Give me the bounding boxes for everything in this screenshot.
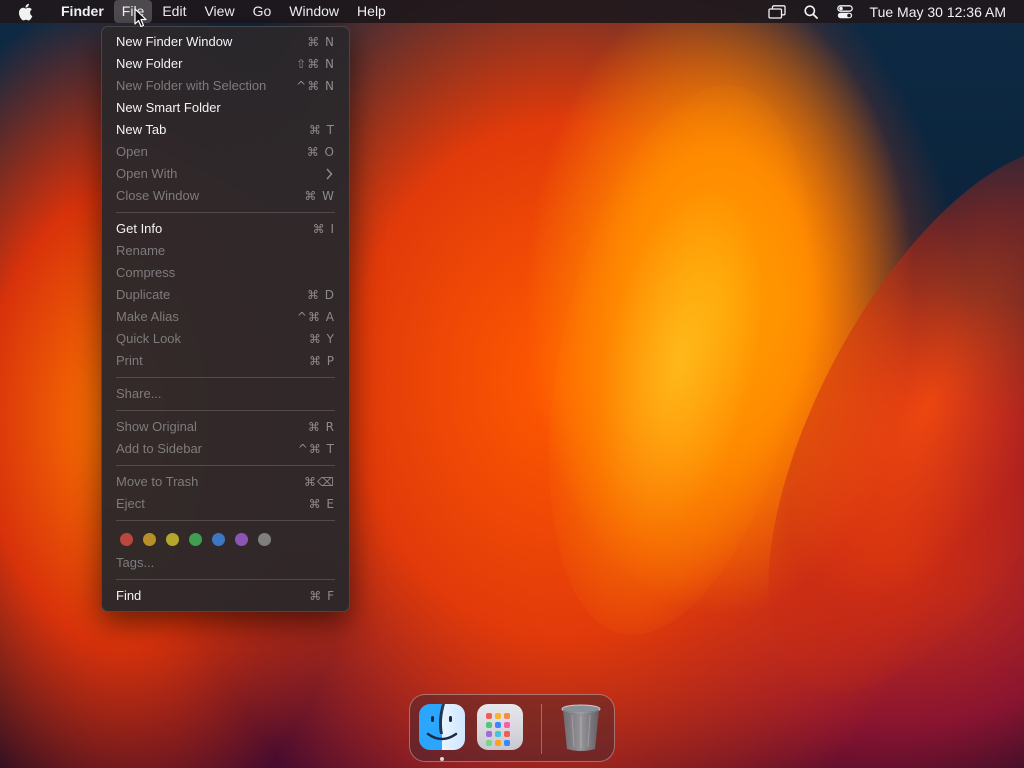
menu-item-label: Find xyxy=(116,588,142,603)
keyboard-shortcut: ⌘ W xyxy=(304,189,335,203)
menu-item-label: Quick Look xyxy=(116,331,182,346)
menu-item-share[interactable]: Share... xyxy=(102,383,349,405)
menu-item-tags[interactable]: Tags... xyxy=(102,552,349,574)
tag-colors-row xyxy=(102,526,349,552)
menu-item-label: Tags... xyxy=(116,555,155,570)
menu-item-label: New Folder xyxy=(116,56,183,71)
menu-item-label: Compress xyxy=(116,265,176,280)
finder-icon[interactable] xyxy=(419,704,465,750)
menu-item-get-info[interactable]: Get Info ⌘ I xyxy=(102,218,349,240)
tag-color-dot[interactable] xyxy=(120,532,133,546)
screen-mirroring-icon[interactable] xyxy=(767,3,786,21)
keyboard-shortcut: ⌘ O xyxy=(306,145,335,159)
menu-item-label: New Finder Window xyxy=(116,34,233,49)
menu-item-new-smart-folder[interactable]: New Smart Folder xyxy=(102,97,349,119)
dock-divider xyxy=(541,704,542,754)
keyboard-shortcut: ⌘ R xyxy=(307,420,335,434)
keyboard-shortcut: ⌘ Y xyxy=(308,332,335,346)
menu-item-open-with[interactable]: Open With xyxy=(102,163,349,185)
tag-color-dot[interactable] xyxy=(166,532,179,546)
menu-item-label: Rename xyxy=(116,243,166,258)
menu-item-label: Show Original xyxy=(116,419,197,434)
tag-color-dot[interactable] xyxy=(258,532,271,546)
keyboard-shortcut: ⌘ D xyxy=(306,288,335,302)
menu-item-label: Eject xyxy=(116,496,145,511)
menu-separator xyxy=(116,212,335,213)
menu-item-new-folder[interactable]: New Folder ⇧⌘ N xyxy=(102,53,349,75)
keyboard-shortcut: ⌘ N xyxy=(307,35,335,49)
dock xyxy=(409,694,615,762)
keyboard-shortcut: ^⌘ A xyxy=(296,310,335,324)
menu-edit[interactable]: Edit xyxy=(154,0,194,23)
menu-item-show-original[interactable]: Show Original ⌘ R xyxy=(102,416,349,438)
finder-running-indicator xyxy=(440,757,444,761)
keyboard-shortcut: ⌘ F xyxy=(309,589,335,603)
keyboard-shortcut: ⌘ T xyxy=(308,123,335,137)
menu-window[interactable]: Window xyxy=(281,0,347,23)
file-menu-dropdown: New Finder Window ⌘ N New Folder ⇧⌘ N New Fo… xyxy=(101,26,350,612)
menu-item-new-finder-window[interactable]: New Finder Window ⌘ N xyxy=(102,31,349,53)
menu-item-new-tab[interactable]: New Tab ⌘ T xyxy=(102,119,349,141)
launchpad-icon[interactable] xyxy=(477,704,523,750)
menu-item-quick-look[interactable]: Quick Look ⌘ Y xyxy=(102,328,349,350)
menu-item-label: Share... xyxy=(116,386,162,401)
menu-item-add-to-sidebar[interactable]: Add to Sidebar ^⌘ T xyxy=(102,438,349,460)
menu-bar: Finder File Edit View Go Window Help Tue… xyxy=(0,0,1024,23)
menu-item-label: Open xyxy=(116,144,148,159)
spotlight-search-icon[interactable] xyxy=(802,3,820,21)
tag-color-dot[interactable] xyxy=(189,532,202,546)
menu-item-close-window[interactable]: Close Window ⌘ W xyxy=(102,185,349,207)
menu-item-label: Get Info xyxy=(116,221,163,236)
keyboard-shortcut: ⌘⌫ xyxy=(304,475,335,489)
menu-item-label: New Tab xyxy=(116,122,167,137)
mouse-cursor-icon xyxy=(134,8,147,28)
keyboard-shortcut: ^⌘ N xyxy=(296,79,335,93)
menu-item-open[interactable]: Open ⌘ O xyxy=(102,141,349,163)
menu-item-label: Print xyxy=(116,353,143,368)
menu-separator xyxy=(116,520,335,521)
menu-item-make-alias[interactable]: Make Alias ^⌘ A xyxy=(102,306,349,328)
menu-item-label: New Smart Folder xyxy=(116,100,221,115)
menu-item-label: Move to Trash xyxy=(116,474,199,489)
menu-help[interactable]: Help xyxy=(349,0,394,23)
menu-view[interactable]: View xyxy=(196,0,242,23)
menu-app-finder[interactable]: Finder xyxy=(53,0,112,23)
menu-separator xyxy=(116,377,335,378)
apple-icon[interactable] xyxy=(17,3,35,21)
keyboard-shortcut: ^⌘ T xyxy=(297,442,335,456)
menu-item-rename[interactable]: Rename xyxy=(102,240,349,262)
tag-color-dot[interactable] xyxy=(235,532,248,546)
menu-separator xyxy=(116,465,335,466)
menu-separator xyxy=(116,579,335,580)
menu-item-move-to-trash[interactable]: Move to Trash ⌘⌫ xyxy=(102,471,349,493)
keyboard-shortcut: ⇧⌘ N xyxy=(296,57,335,71)
menubar-clock[interactable]: Tue May 30 12:36 AM xyxy=(870,4,1006,20)
menu-item-compress[interactable]: Compress xyxy=(102,262,349,284)
menu-item-duplicate[interactable]: Duplicate ⌘ D xyxy=(102,284,349,306)
control-center-icon[interactable] xyxy=(836,3,854,21)
menu-go[interactable]: Go xyxy=(245,0,280,23)
menu-item-print[interactable]: Print ⌘ P xyxy=(102,350,349,372)
menu-item-label: Open With xyxy=(116,166,178,181)
menu-item-label: New Folder with Selection xyxy=(116,78,267,93)
menu-item-find[interactable]: Find ⌘ F xyxy=(102,585,349,607)
tag-color-dot[interactable] xyxy=(143,532,156,546)
menu-item-label: Duplicate xyxy=(116,287,171,302)
keyboard-shortcut: ⌘ I xyxy=(312,222,335,236)
keyboard-shortcut: ⌘ E xyxy=(308,497,335,511)
tag-color-dot[interactable] xyxy=(212,532,225,546)
menu-item-new-folder-with-selection[interactable]: New Folder with Selection ^⌘ N xyxy=(102,75,349,97)
menu-separator xyxy=(116,410,335,411)
menu-item-label: Add to Sidebar xyxy=(116,441,203,456)
menu-item-label: Make Alias xyxy=(116,309,179,324)
trash-icon[interactable] xyxy=(559,701,603,753)
menu-item-eject[interactable]: Eject ⌘ E xyxy=(102,493,349,515)
menu-item-label: Close Window xyxy=(116,188,200,203)
chevron-right-icon xyxy=(326,168,333,180)
keyboard-shortcut: ⌘ P xyxy=(308,354,335,368)
